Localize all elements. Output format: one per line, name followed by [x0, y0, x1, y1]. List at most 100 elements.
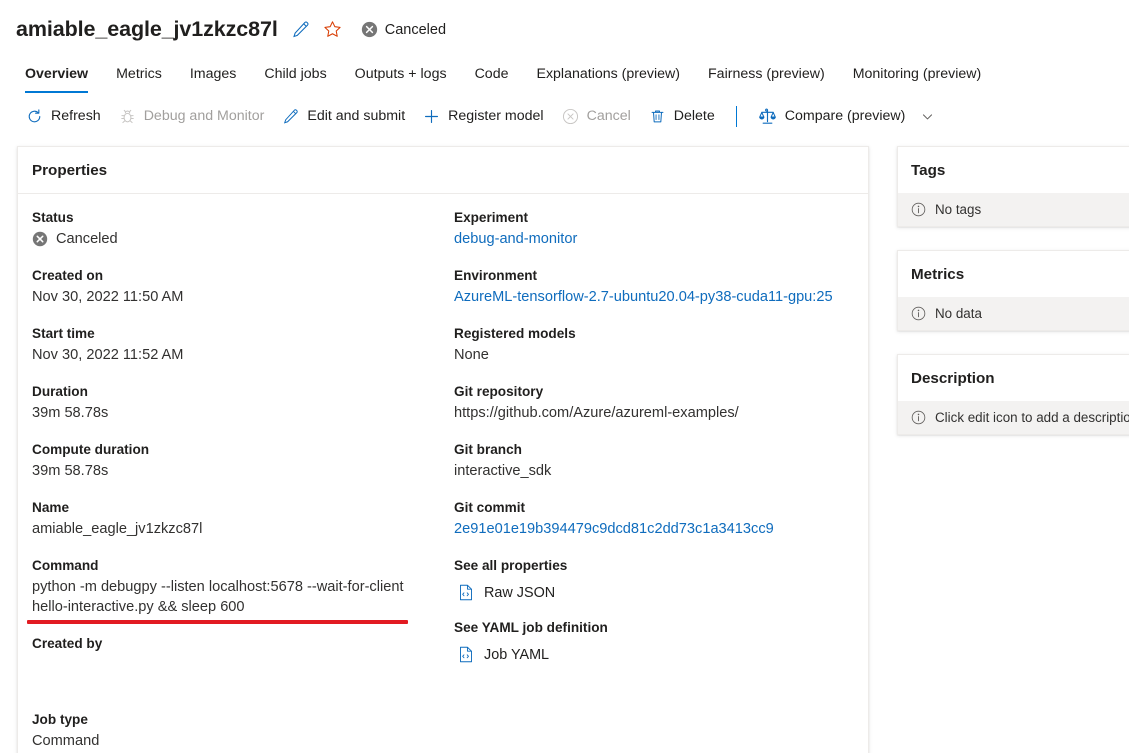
tab-metrics[interactable]: Metrics	[102, 66, 176, 93]
tab-fairness[interactable]: Fairness (preview)	[694, 66, 839, 93]
refresh-icon	[26, 108, 43, 125]
field-value: 39m 58.78s	[32, 463, 109, 479]
field-start-time: Start time Nov 30, 2022 11:52 AM	[32, 324, 448, 365]
metrics-card: Metrics No data	[897, 250, 1129, 331]
tab-explanations[interactable]: Explanations (preview)	[522, 66, 694, 93]
tags-title: Tags	[911, 162, 946, 179]
edit-and-submit-button[interactable]: Edit and submit	[275, 103, 416, 130]
metrics-title: Metrics	[911, 266, 965, 283]
field-compute-duration: Compute duration 39m 58.78s	[32, 440, 448, 481]
refresh-label: Refresh	[51, 108, 101, 124]
pencil-icon[interactable]	[291, 20, 310, 39]
metrics-empty-text: No data	[935, 306, 982, 321]
field-value: Command	[32, 733, 100, 749]
metrics-empty-message: No data	[898, 297, 1129, 330]
git-commit-link[interactable]: 2e91e01e19b394479c9dcd81c2dd73c1a3413cc9	[454, 519, 839, 539]
field-created-by: Created by	[32, 634, 448, 693]
pencil-icon	[282, 108, 299, 125]
star-icon[interactable]	[323, 20, 342, 39]
red-annotation-underline	[27, 620, 408, 624]
cancel-label: Cancel	[586, 108, 631, 124]
field-value: python -m debugpy --listen localhost:567…	[32, 579, 404, 615]
field-label: Start time	[32, 326, 95, 341]
cancel-button: Cancel	[555, 103, 642, 130]
field-value: amiable_eagle_jv1zkzc87l	[32, 521, 203, 537]
field-label: Command	[32, 558, 99, 573]
tags-empty-text: No tags	[935, 202, 982, 217]
field-status: Status Canceled	[32, 208, 448, 249]
field-experiment: Experiment debug-and-monitor	[454, 208, 868, 249]
job-yaml-label: Job YAML	[484, 646, 550, 663]
delete-button[interactable]: Delete	[642, 103, 726, 130]
field-value: 39m 58.78s	[32, 405, 109, 421]
yaml-file-icon	[458, 646, 474, 663]
tab-child-jobs[interactable]: Child jobs	[250, 66, 340, 93]
job-details-page: amiable_eagle_jv1zkzc87l Canceled Overvi…	[0, 0, 1129, 753]
field-label: Registered models	[454, 326, 576, 341]
page-content: Properties Status Canceled Created on No…	[0, 137, 1129, 753]
field-label: See all properties	[454, 558, 568, 573]
description-empty-message: Click edit icon to add a description	[898, 401, 1129, 434]
field-value: https://github.com/Azure/azureml-example…	[454, 405, 739, 421]
field-git-branch: Git branch interactive_sdk	[454, 440, 868, 481]
field-command: Command python -m debugpy --listen local…	[32, 556, 448, 617]
raw-json-link[interactable]: Raw JSON	[454, 584, 868, 601]
compare-button[interactable]: Compare (preview)	[751, 102, 946, 131]
json-file-icon	[458, 584, 474, 601]
tab-monitoring[interactable]: Monitoring (preview)	[839, 66, 996, 93]
page-header: amiable_eagle_jv1zkzc87l Canceled	[0, 0, 1129, 46]
environment-link[interactable]: AzureML-tensorflow-2.7-ubuntu20.04-py38-…	[454, 287, 839, 307]
tab-bar: Overview Metrics Images Child jobs Outpu…	[0, 55, 1129, 93]
field-see-all-properties: See all properties Raw JSON	[454, 556, 868, 601]
field-value: Canceled	[32, 229, 448, 249]
field-value: Nov 30, 2022 11:50 AM	[32, 289, 184, 305]
info-icon	[911, 410, 926, 425]
tab-images[interactable]: Images	[176, 66, 251, 93]
edit-and-submit-label: Edit and submit	[307, 108, 406, 124]
field-label: See YAML job definition	[454, 620, 608, 635]
field-label: Name	[32, 500, 70, 515]
field-git-commit: Git commit 2e91e01e19b394479c9dcd81c2dd7…	[454, 498, 868, 539]
properties-body: Status Canceled Created on Nov 30, 2022 …	[18, 194, 868, 753]
register-model-button[interactable]: Register model	[416, 103, 554, 130]
description-title: Description	[911, 370, 995, 387]
field-name: Name amiable_eagle_jv1zkzc87l	[32, 498, 448, 539]
field-label: Duration	[32, 384, 88, 399]
compare-label: Compare (preview)	[784, 108, 906, 124]
tab-outputs-logs[interactable]: Outputs + logs	[341, 66, 461, 93]
job-yaml-link[interactable]: Job YAML	[454, 646, 868, 663]
tab-code[interactable]: Code	[461, 66, 523, 93]
refresh-button[interactable]: Refresh	[19, 103, 112, 130]
debug-and-monitor-button: Debug and Monitor	[112, 103, 276, 130]
trash-icon	[649, 108, 666, 125]
field-label: Created on	[32, 268, 104, 283]
info-icon	[911, 202, 926, 217]
field-label: Status	[32, 210, 74, 225]
delete-label: Delete	[673, 108, 715, 124]
properties-title: Properties	[18, 147, 868, 194]
canceled-circle-x-icon	[32, 231, 48, 247]
tab-overview[interactable]: Overview	[22, 66, 102, 93]
chevron-down-icon[interactable]	[921, 110, 934, 123]
canceled-circle-x-icon	[361, 21, 378, 38]
tags-card: Tags No tags	[897, 146, 1129, 227]
field-value	[32, 655, 448, 693]
field-value: None	[454, 347, 489, 363]
raw-json-label: Raw JSON	[484, 584, 556, 601]
register-model-label: Register model	[448, 108, 544, 124]
status-badge: Canceled	[361, 21, 446, 38]
field-value: Nov 30, 2022 11:52 AM	[32, 347, 184, 363]
field-label: Git commit	[454, 500, 525, 515]
info-icon	[911, 306, 926, 321]
bug-icon	[119, 108, 136, 125]
field-label: Job type	[32, 712, 88, 727]
cancel-circle-x-icon	[562, 108, 579, 125]
experiment-link[interactable]: debug-and-monitor	[454, 229, 868, 249]
field-label: Environment	[454, 268, 538, 283]
field-label: Git repository	[454, 384, 544, 399]
field-created-on: Created on Nov 30, 2022 11:50 AM	[32, 266, 448, 307]
toolbar-divider	[735, 105, 737, 127]
plus-icon	[423, 108, 440, 125]
status-value-text: Canceled	[56, 231, 118, 247]
field-label: Experiment	[454, 210, 529, 225]
